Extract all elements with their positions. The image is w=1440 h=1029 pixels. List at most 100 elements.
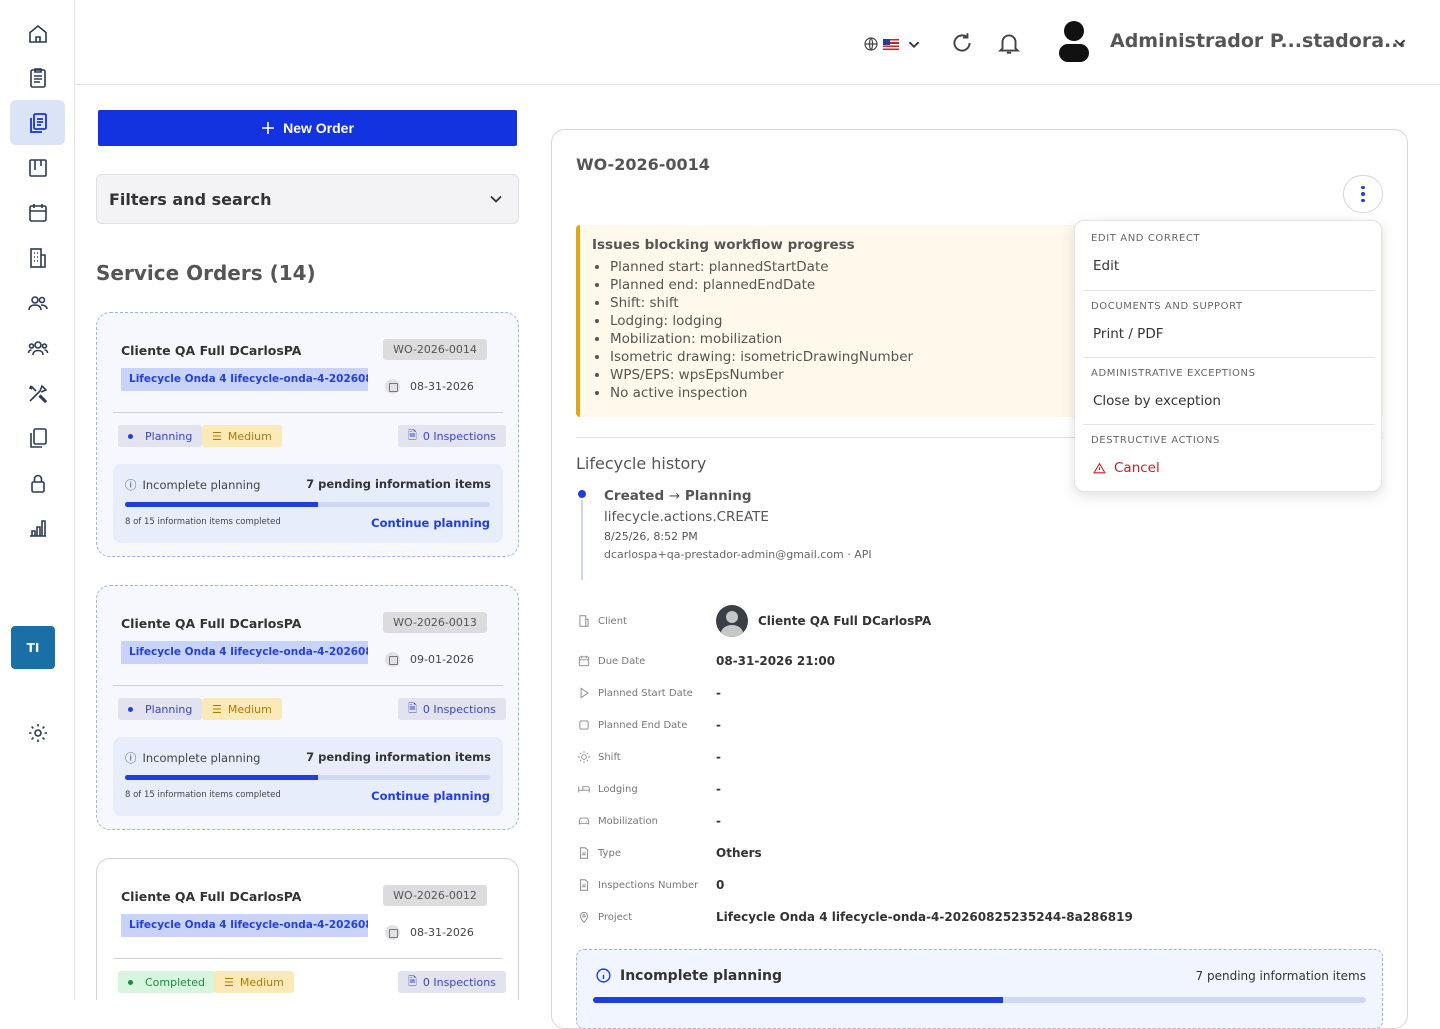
calendar-icon: [385, 379, 400, 394]
lifecycle-to: Planning: [684, 488, 752, 504]
timeline-dot: [578, 490, 586, 498]
continue-planning-link[interactable]: Continue planning: [371, 516, 490, 530]
calendar-icon: [28, 203, 47, 222]
refresh-icon[interactable]: [949, 30, 975, 56]
pending-count: 7 pending information items: [306, 750, 491, 764]
card-date: 09-01-2026: [385, 652, 474, 667]
status-label: Planning: [145, 429, 193, 443]
incomplete-pending-count: 7 pending information items: [1195, 969, 1366, 983]
incomplete-planning-box: Incomplete planning 7 pending informatio…: [576, 949, 1383, 1029]
card-client: Cliente QA Full DCarlosPA: [121, 889, 302, 904]
nav-board[interactable]: [10, 145, 65, 190]
field-value: Cliente QA Full DCarlosPA: [716, 605, 931, 637]
lifecycle-title: Lifecycle history: [576, 454, 707, 473]
completed-count: 8 of 15 information items completed: [125, 790, 281, 800]
nav-clipboard[interactable]: [10, 55, 65, 100]
new-order-button[interactable]: New Order: [98, 110, 517, 146]
incomplete-progress-fill: [593, 997, 1003, 1003]
calendar-icon: [385, 925, 400, 940]
nav-copy[interactable]: [10, 415, 65, 460]
filters-toggle[interactable]: Filters and search: [96, 174, 519, 224]
actions-menu: EDIT AND CORRECT Edit DOCUMENTS AND SUPP…: [1074, 220, 1382, 492]
users-icon: [27, 295, 48, 310]
menu-item-cancel[interactable]: Cancel: [1093, 460, 1160, 476]
inspections-badge: 🗎 0 Inspections: [398, 425, 506, 447]
field-value: 08-31-2026 21:00: [716, 654, 836, 668]
status-badge: Completed: [118, 971, 215, 993]
menu-section-administrative: ADMINISTRATIVE EXCEPTIONS: [1091, 368, 1256, 379]
field-lodging: Lodging -: [576, 779, 1396, 799]
field-label: Shift: [598, 751, 621, 763]
inspections-badge: 🗎 0 Inspections: [398, 698, 506, 720]
order-card[interactable]: Cliente QA Full DCarlosPA WO-2026-0014 L…: [96, 312, 519, 557]
status-label: Completed: [145, 975, 205, 989]
field-label: Mobilization: [598, 815, 658, 827]
play-icon: [576, 685, 592, 701]
lifecycle-from: Created: [604, 488, 665, 504]
user-name[interactable]: Administrador P...stadora...: [1110, 30, 1406, 52]
nav-users[interactable]: [10, 280, 65, 325]
field-value: -: [716, 814, 721, 828]
inspections-label: 0 Inspections: [422, 702, 496, 716]
nav-home[interactable]: [10, 11, 65, 56]
clipboard-icon: [29, 67, 46, 88]
list-title: Service Orders (14): [96, 261, 316, 285]
nav-tools[interactable]: [10, 370, 65, 415]
field-project: Project Lifecycle Onda 4 lifecycle-onda-…: [576, 907, 1396, 927]
completed-count: 8 of 15 information items completed: [125, 517, 281, 527]
nav-lock[interactable]: [10, 460, 65, 505]
nav-building[interactable]: [10, 235, 65, 280]
file-icon: 🗎: [408, 701, 417, 715]
info-icon: ⓘ: [125, 478, 137, 492]
lifecycle-arrow: →: [668, 488, 681, 504]
card-client: Cliente QA Full DCarlosPA: [121, 343, 302, 358]
menu-item-close-by-exception[interactable]: Close by exception: [1093, 393, 1221, 409]
menu-section-destructive: DESTRUCTIVE ACTIONS: [1091, 435, 1220, 446]
home-icon: [28, 24, 47, 43]
field-value: Others: [716, 846, 762, 860]
continue-planning-link[interactable]: Continue planning: [371, 789, 490, 803]
user-avatar-icon[interactable]: [1057, 20, 1091, 62]
order-card[interactable]: Cliente QA Full DCarlosPA WO-2026-0012 L…: [96, 858, 519, 1000]
topbar: Administrador P...stadora...: [75, 0, 1440, 85]
more-actions-button[interactable]: [1343, 175, 1383, 213]
lifecycle-time: 8/25/26, 8:52 PM: [604, 530, 698, 543]
pending-count: 7 pending information items: [306, 477, 491, 491]
nav-calendar[interactable]: [10, 190, 65, 235]
card-date-value: 09-01-2026: [410, 653, 474, 666]
status-badge: Planning: [118, 425, 203, 447]
sidebar: TI: [0, 0, 75, 1000]
field-value: Lifecycle Onda 4 lifecycle-onda-4-202608…: [716, 910, 1133, 924]
nav-team[interactable]: [10, 325, 65, 370]
copy-icon: [29, 427, 47, 448]
nav-settings[interactable]: [10, 710, 65, 755]
cancel-label: Cancel: [1114, 460, 1160, 476]
file-icon: 🗎: [408, 974, 417, 988]
field-label: Type: [598, 847, 621, 859]
nav-documents[interactable]: [10, 100, 65, 145]
timeline-line: [581, 500, 583, 580]
language-selector[interactable]: [863, 33, 925, 55]
order-card[interactable]: Cliente QA Full DCarlosPA WO-2026-0013 L…: [96, 585, 519, 830]
incomplete-progress-bar: [593, 997, 1366, 1003]
card-date: 08-31-2026: [385, 925, 474, 940]
user-menu-chevron-icon[interactable]: [1389, 31, 1411, 53]
planning-progress-fill: [125, 502, 319, 507]
menu-item-print[interactable]: Print / PDF: [1093, 326, 1164, 342]
field-value: 0: [716, 878, 725, 892]
menu-item-edit[interactable]: Edit: [1093, 258, 1119, 274]
menu-section-edit: EDIT AND CORRECT: [1091, 233, 1201, 244]
card-wo-badge: WO-2026-0013: [383, 612, 487, 633]
priority-badge: ☰ Medium: [202, 425, 282, 447]
field-planned-start: Planned Start Date -: [576, 683, 1396, 703]
tenant-badge[interactable]: TI: [11, 626, 55, 669]
incomplete-planning-label: Incomplete planning: [620, 967, 783, 984]
board-icon: [28, 158, 47, 177]
planning-label-text: Incomplete planning: [142, 478, 261, 492]
file-icon: [576, 845, 592, 861]
documents-icon: [29, 112, 47, 133]
nav-reports[interactable]: [10, 505, 65, 550]
priority-label: Medium: [227, 702, 272, 716]
bell-icon[interactable]: [996, 30, 1022, 56]
team-icon: [27, 340, 48, 355]
